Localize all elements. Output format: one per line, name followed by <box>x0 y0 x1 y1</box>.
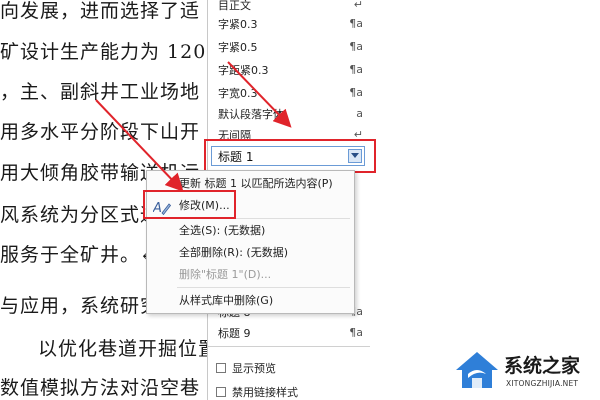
document-line: 用多水平分阶段下山开 <box>0 121 201 143</box>
paragraph-char-icon: ¶a <box>349 17 363 30</box>
style-item[interactable]: 字紧0.3 ¶a <box>218 14 363 33</box>
document-line: 以优化巷道开掘位置 <box>38 338 216 360</box>
watermark-subtitle: XITONGZHIJIA.NET <box>506 379 579 388</box>
style-item-label: 字紧0.5 <box>218 40 258 54</box>
house-logo-icon <box>456 352 498 388</box>
style-item-label: 标题 9 <box>218 326 251 340</box>
paragraph-char-icon: ¶a <box>349 40 363 53</box>
menu-item-remove-from-gallery[interactable]: 从样式库中删除(G) <box>179 291 348 309</box>
style-item[interactable]: 目正文 ↵ <box>218 0 363 14</box>
blank-area <box>370 0 600 400</box>
paragraph-char-icon: ¶a <box>349 63 363 76</box>
document-line: 向发展，进而选择了适 <box>0 0 201 22</box>
menu-separator <box>177 287 350 288</box>
highlight-box <box>204 139 376 173</box>
document-line: 与应用，系统研究 <box>0 295 161 317</box>
character-style-icon: a <box>356 107 363 120</box>
paragraph-char-icon: ¶a <box>349 326 363 339</box>
style-item-label: 默认段落字体 <box>218 107 284 121</box>
disable-linked-styles-checkbox[interactable]: 禁用链接样式 <box>216 384 298 400</box>
document-line: 数值模拟方法对沿空巷 <box>0 377 201 399</box>
document-line: 矿设计生产能力为 120 <box>0 41 207 63</box>
style-item[interactable]: 默认段落字体 a <box>218 104 363 123</box>
style-item-label: 字距紧0.3 <box>218 63 269 77</box>
highlight-box <box>143 190 236 219</box>
style-item-label: 字宽0.3 <box>218 86 258 100</box>
document-line: 风系统为分区式通 <box>0 204 161 226</box>
checkbox-label: 显示预览 <box>232 362 276 375</box>
style-type-icon: ↵ <box>353 0 363 11</box>
menu-item-delete-all[interactable]: 全部删除(R): (无数据) <box>179 243 348 261</box>
checkbox-box[interactable] <box>216 387 226 397</box>
style-item-label: 目正文 <box>218 0 251 12</box>
paragraph-char-icon: ¶a <box>349 86 363 99</box>
divider <box>207 346 370 347</box>
document-line: 服务于全矿井。↵ <box>0 244 157 266</box>
checkbox-label: 禁用链接样式 <box>232 386 298 399</box>
style-item[interactable]: 标题 9 ¶a <box>218 323 363 342</box>
style-item-label: 字紧0.3 <box>218 17 258 31</box>
checkbox-box[interactable] <box>216 363 226 373</box>
watermark-title: 系统之家 <box>504 355 581 377</box>
style-item[interactable]: 字紧0.5 ¶a <box>218 37 363 56</box>
style-item[interactable]: 字宽0.3 ¶a <box>218 83 363 102</box>
menu-item-select-all[interactable]: 全选(S): (无数据) <box>179 221 348 239</box>
menu-item-delete-style: 删除"标题 1"(D)... <box>179 268 272 281</box>
style-item[interactable]: 字距紧0.3 ¶a <box>218 60 363 79</box>
watermark-logo: 系统之家 XITONGZHIJIA.NET <box>452 348 597 396</box>
show-preview-checkbox[interactable]: 显示预览 <box>216 360 276 376</box>
document-line: ，主、副斜井工业场地 <box>0 81 201 103</box>
